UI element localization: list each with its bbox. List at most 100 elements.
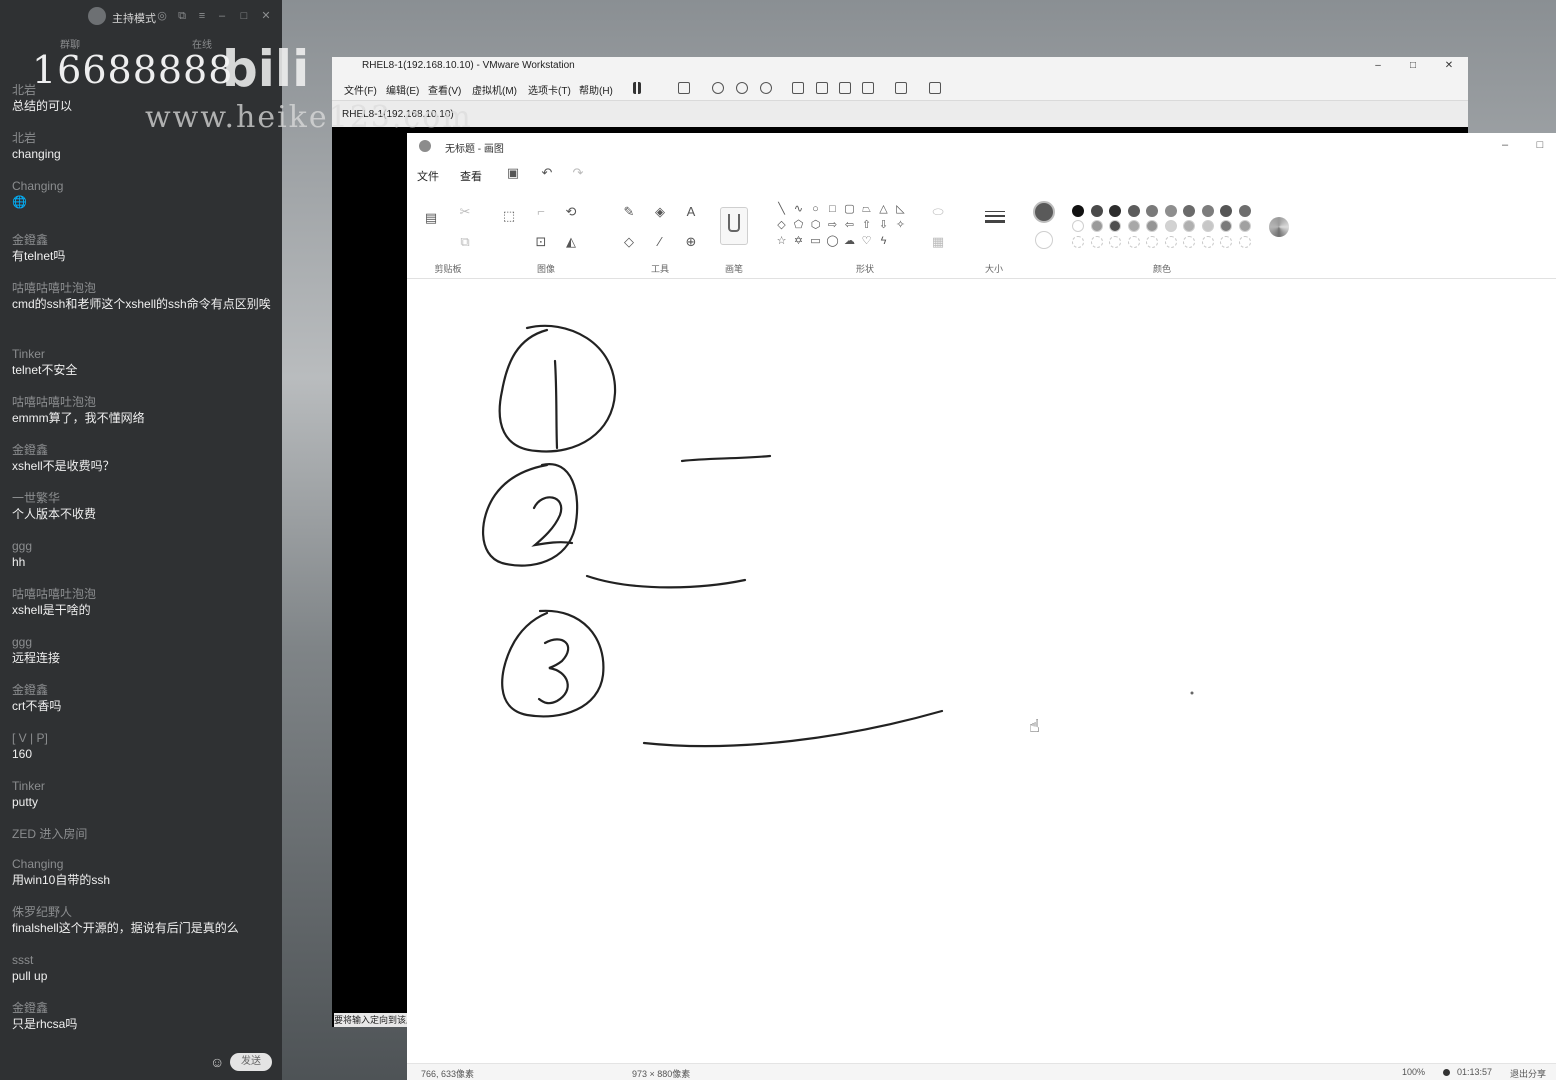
maximize-icon[interactable]: □ bbox=[237, 9, 251, 23]
palette-color-swatch[interactable] bbox=[1127, 220, 1140, 232]
palette-color-swatch[interactable] bbox=[1109, 205, 1121, 217]
console-view-icon[interactable] bbox=[895, 82, 907, 94]
palette-color-swatch[interactable] bbox=[1072, 220, 1084, 232]
snapshot-icon[interactable] bbox=[712, 82, 724, 94]
revert-snapshot-icon[interactable] bbox=[736, 82, 748, 94]
select-icon[interactable]: ⬚ bbox=[500, 207, 518, 225]
custom-color-slot[interactable] bbox=[1201, 236, 1214, 248]
snapshot-manager-icon[interactable] bbox=[760, 82, 772, 94]
palette-color-swatch[interactable] bbox=[1146, 220, 1158, 232]
curve-shape-icon[interactable]: ∿ bbox=[792, 203, 805, 216]
color-picker-icon[interactable]: ⁄ bbox=[651, 233, 669, 251]
heart-shape-icon[interactable]: ♡ bbox=[860, 235, 873, 248]
library-icon[interactable] bbox=[792, 82, 804, 94]
redo-icon[interactable]: ↷ bbox=[570, 165, 586, 181]
palette-color-swatch[interactable] bbox=[1220, 205, 1232, 217]
palette-color-swatch[interactable] bbox=[1164, 205, 1177, 217]
unity-icon[interactable] bbox=[862, 82, 874, 94]
diamond-shape-icon[interactable]: ◇ bbox=[775, 219, 788, 232]
save-icon[interactable]: ▣ bbox=[505, 165, 521, 181]
palette-color-swatch[interactable] bbox=[1090, 220, 1103, 232]
send-button[interactable]: 发送 bbox=[230, 1053, 272, 1071]
crop-icon[interactable]: ⌐ bbox=[532, 203, 550, 221]
menu-vm[interactable]: 虚拟机(M) bbox=[472, 82, 517, 97]
close-icon[interactable]: ✕ bbox=[259, 9, 273, 23]
paint-maximize-icon[interactable]: □ bbox=[1533, 138, 1547, 152]
custom-color-slot[interactable] bbox=[1183, 236, 1195, 248]
menu-file[interactable]: 文件(F) bbox=[344, 82, 377, 97]
palette-color-swatch[interactable] bbox=[1238, 205, 1251, 217]
lightning-shape-icon[interactable]: ϟ bbox=[877, 235, 890, 248]
cut-icon[interactable]: ✂ bbox=[456, 203, 474, 221]
right-arrow-shape-icon[interactable]: ⇨ bbox=[826, 219, 839, 232]
palette-color-swatch[interactable] bbox=[1109, 220, 1121, 232]
oval-callout-shape-icon[interactable]: ◯ bbox=[826, 235, 839, 248]
thumbnail-icon[interactable] bbox=[816, 82, 828, 94]
settings-icon[interactable]: ◎ bbox=[155, 9, 169, 23]
pencil-icon[interactable]: ✎ bbox=[620, 203, 638, 221]
paste-icon[interactable]: ▤ bbox=[422, 209, 440, 227]
menu-edit[interactable]: 编辑(E) bbox=[386, 82, 419, 97]
palette-color-swatch[interactable] bbox=[1183, 220, 1195, 232]
custom-color-slot[interactable] bbox=[1072, 236, 1084, 248]
text-icon[interactable]: A bbox=[682, 203, 700, 221]
custom-color-slot[interactable] bbox=[1146, 236, 1158, 248]
palette-color-swatch[interactable] bbox=[1220, 220, 1232, 232]
triangle-shape-icon[interactable]: △ bbox=[877, 203, 890, 216]
pause-icon[interactable] bbox=[633, 82, 641, 94]
paint-canvas[interactable]: 1 2 3 ☝ bbox=[407, 283, 1556, 1058]
palette-color-swatch[interactable] bbox=[1072, 205, 1084, 217]
palette-color-swatch[interactable] bbox=[1183, 205, 1195, 217]
custom-color-slot[interactable] bbox=[1164, 236, 1177, 248]
paint-minimize-icon[interactable]: – bbox=[1498, 138, 1512, 152]
vm-close-icon[interactable]: ✕ bbox=[1442, 59, 1456, 73]
palette-color-swatch[interactable] bbox=[1201, 220, 1214, 232]
paint-menu-view[interactable]: 查看 bbox=[460, 168, 482, 184]
emoji-icon[interactable]: ☺ bbox=[210, 1054, 226, 1070]
eraser-icon[interactable]: ◇ bbox=[620, 233, 638, 251]
color2-swatch[interactable] bbox=[1035, 231, 1053, 249]
vm-maximize-icon[interactable]: □ bbox=[1406, 59, 1420, 73]
undo-icon[interactable]: ↶ bbox=[539, 165, 555, 181]
palette-color-swatch[interactable] bbox=[1201, 205, 1214, 217]
paint-menu-file[interactable]: 文件 bbox=[417, 168, 439, 184]
hexagon-shape-icon[interactable]: ⬡ bbox=[809, 219, 822, 232]
rectangle-shape-icon[interactable]: □ bbox=[826, 203, 839, 216]
oval-shape-icon[interactable]: ○ bbox=[809, 203, 822, 216]
up-arrow-shape-icon[interactable]: ⇧ bbox=[860, 219, 873, 232]
left-arrow-shape-icon[interactable]: ⇦ bbox=[843, 219, 856, 232]
polygon-shape-icon[interactable]: ⏢ bbox=[860, 203, 873, 216]
menu-tabs[interactable]: 选项卡(T) bbox=[528, 82, 571, 97]
cloud-callout-shape-icon[interactable]: ☁ bbox=[843, 235, 856, 248]
custom-color-slot[interactable] bbox=[1238, 236, 1251, 248]
four-point-star-shape-icon[interactable]: ✧ bbox=[894, 219, 907, 232]
custom-color-slot[interactable] bbox=[1090, 236, 1103, 248]
size-icon[interactable] bbox=[985, 211, 1005, 227]
palette-color-swatch[interactable] bbox=[1164, 220, 1177, 232]
right-triangle-shape-icon[interactable]: ◺ bbox=[894, 203, 907, 216]
color1-swatch[interactable] bbox=[1033, 201, 1055, 223]
five-point-star-shape-icon[interactable]: ☆ bbox=[775, 235, 788, 248]
brushes-button[interactable] bbox=[720, 207, 748, 245]
menu-view[interactable]: 查看(V) bbox=[428, 82, 461, 97]
palette-color-swatch[interactable] bbox=[1146, 205, 1158, 217]
fullscreen-icon[interactable] bbox=[839, 82, 851, 94]
menu-icon[interactable]: ≡ bbox=[195, 9, 209, 23]
magnifier-icon[interactable]: ⊕ bbox=[682, 233, 700, 251]
down-arrow-shape-icon[interactable]: ⇩ bbox=[877, 219, 890, 232]
send-ctrl-alt-del-icon[interactable] bbox=[678, 82, 690, 94]
rect-callout-shape-icon[interactable]: ▭ bbox=[809, 235, 822, 248]
vm-minimize-icon[interactable]: – bbox=[1371, 59, 1385, 73]
shape-fill-icon[interactable]: ▦ bbox=[929, 233, 947, 251]
palette-color-swatch[interactable] bbox=[1238, 220, 1251, 232]
custom-color-slot[interactable] bbox=[1127, 236, 1140, 248]
exit-share-button[interactable]: 退出分享 bbox=[1510, 1067, 1546, 1080]
palette-color-swatch[interactable] bbox=[1127, 205, 1140, 217]
line-shape-icon[interactable]: ╲ bbox=[775, 203, 788, 216]
copy-icon[interactable]: ⧉ bbox=[456, 233, 474, 251]
rounded-rectangle-shape-icon[interactable]: ▢ bbox=[843, 203, 856, 216]
six-point-star-shape-icon[interactable]: ✡ bbox=[792, 235, 805, 248]
custom-color-slot[interactable] bbox=[1109, 236, 1121, 248]
palette-color-swatch[interactable] bbox=[1090, 205, 1103, 217]
edit-colors-icon[interactable] bbox=[1269, 217, 1289, 237]
